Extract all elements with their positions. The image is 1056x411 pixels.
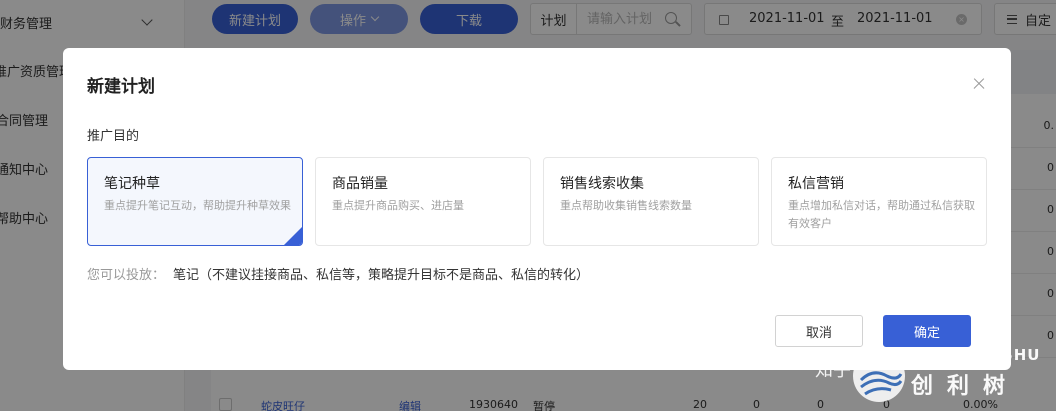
goal-card-title: 笔记种草 <box>104 176 160 192</box>
goal-card-title: 私信营销 <box>788 176 844 192</box>
new-plan-dialog: 新建计划 推广目的 笔记种草 重点提升笔记互动，帮助提升种草效果 商品销量 重点… <box>63 48 1011 370</box>
goal-card-title: 商品销量 <box>332 176 388 192</box>
watermark-logo-icon <box>853 350 905 402</box>
goal-card-notes[interactable]: 笔记种草 重点提升笔记互动，帮助提升种草效果 <box>87 157 303 246</box>
watermark-pinyin: CHUANGLISHU <box>907 346 1041 364</box>
watermark-zhihu: 知乎 <box>815 360 851 381</box>
watermark-brand: 创利树 <box>911 374 1020 399</box>
dialog-title: 新建计划 <box>87 77 155 97</box>
goal-card-desc: 重点增加私信对话，帮助通过私信获取有效客户 <box>788 199 975 230</box>
selected-corner-icon <box>284 227 302 245</box>
placement-note-content: 笔记（不建议挂接商品、私信等，策略提升目标不是商品、私信的转化） <box>173 268 590 283</box>
placement-note: 您可以投放： 笔记（不建议挂接商品、私信等，策略提升目标不是商品、私信的转化） <box>87 264 589 283</box>
promotion-goal-label: 推广目的 <box>87 129 140 144</box>
close-icon[interactable] <box>971 76 987 92</box>
watermark: 知乎 CHUANGLISHU 创利树 <box>815 342 1055 408</box>
goal-card-desc: 重点帮助收集销售线索数量 <box>560 199 692 212</box>
goal-card-messages[interactable]: 私信营销 重点增加私信对话，帮助通过私信获取有效客户 <box>771 157 987 246</box>
goal-card-leads[interactable]: 销售线索收集 重点帮助收集销售线索数量 <box>543 157 759 246</box>
goal-card-title: 销售线索收集 <box>560 176 644 192</box>
goal-card-desc: 重点提升商品购买、进店量 <box>332 199 464 212</box>
goal-card-desc: 重点提升笔记互动，帮助提升种草效果 <box>104 199 291 212</box>
goal-card-sales[interactable]: 商品销量 重点提升商品购买、进店量 <box>315 157 531 246</box>
placement-note-prefix: 您可以投放： <box>87 268 166 283</box>
